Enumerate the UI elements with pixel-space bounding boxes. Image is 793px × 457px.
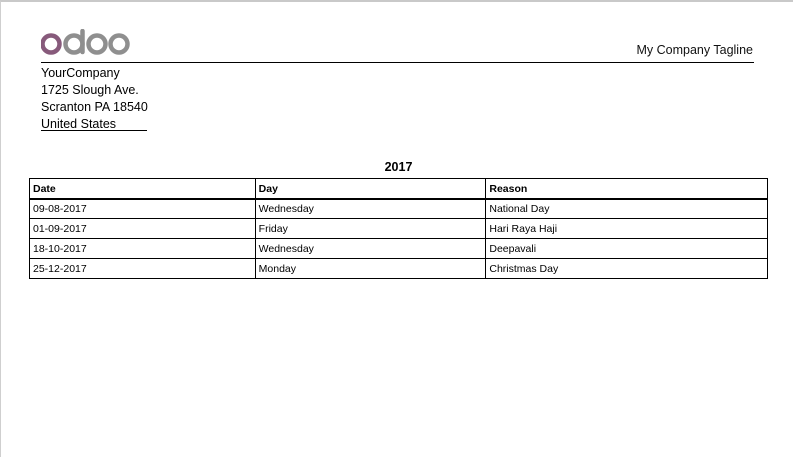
holidays-table: Date Day Reason 09-08-2017 Wednesday Nat… [29,178,768,279]
column-header-reason: Reason [485,178,768,200]
address-divider [41,130,147,131]
report-title: 2017 [384,160,413,174]
column-header-date: Date [29,178,256,200]
table-row: 18-10-2017 Wednesday Deepavali [29,238,768,259]
cell-reason: National Day [485,198,768,219]
cell-date: 25-12-2017 [29,258,256,279]
cell-date: 09-08-2017 [29,198,256,219]
company-street: 1725 Slough Ave. [41,83,139,97]
cell-reason: Hari Raya Haji [485,218,768,239]
cell-day: Friday [254,218,487,239]
column-header-day: Day [254,178,487,200]
cell-reason: Deepavali [485,238,768,259]
cell-day: Wednesday [254,198,487,219]
table-row: 01-09-2017 Friday Hari Raya Haji [29,218,768,239]
cell-reason: Christmas Day [485,258,768,279]
company-name: YourCompany [41,66,120,80]
table-row: 09-08-2017 Wednesday National Day [29,198,768,219]
odoo-logo [41,29,130,55]
cell-date: 01-09-2017 [29,218,256,239]
table-header-row: Date Day Reason [29,178,768,200]
cell-day: Monday [254,258,487,279]
cell-day: Wednesday [254,238,487,259]
header-divider [41,62,754,63]
company-tagline: My Company Tagline [636,43,754,57]
cell-date: 18-10-2017 [29,238,256,259]
company-city: Scranton PA 18540 [41,100,148,114]
company-address: YourCompany 1725 Slough Ave. Scranton PA… [41,65,148,133]
table-row: 25-12-2017 Monday Christmas Day [29,258,768,279]
report-page: My Company Tagline YourCompany 1725 Slou… [0,0,793,457]
